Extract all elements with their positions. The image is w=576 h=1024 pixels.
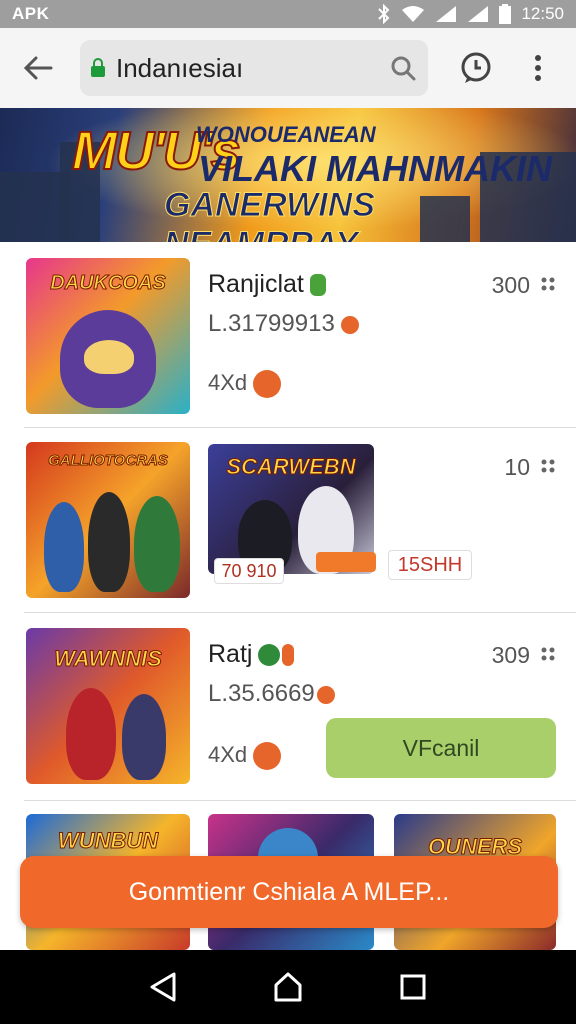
coin-icon xyxy=(316,685,335,704)
thumbnail-title: WUNBUN xyxy=(57,828,159,854)
row-divider xyxy=(24,427,576,428)
app-price-1: L.31799913 xyxy=(208,310,359,338)
status-icons: 12:50 xyxy=(377,4,564,24)
promo-banner[interactable]: MU'U's WONOUEANEAN VILAKI MAHNMAKIN GANE… xyxy=(0,108,576,242)
download-badge-icon xyxy=(253,370,282,399)
chat-button[interactable] xyxy=(448,40,504,96)
thumbnail-title: WAWNNIS xyxy=(54,646,163,672)
row-count-3: 309 xyxy=(491,642,530,668)
thumbnail-title: GALLIOTOCRAS xyxy=(48,452,169,470)
download-badge-icon xyxy=(253,742,282,771)
lock-icon xyxy=(91,58,105,77)
banner-subtitle: WONOUEANEAN xyxy=(196,122,376,147)
app-title-text: Ratj xyxy=(208,640,253,668)
row-count-1: 300 xyxy=(491,272,530,298)
nav-recents-icon xyxy=(400,974,426,1000)
search-icon[interactable] xyxy=(390,55,416,81)
tag-pill-1: 70 910 xyxy=(214,558,284,584)
row-count-2: 10 xyxy=(504,454,530,480)
back-arrow-icon xyxy=(23,56,53,80)
battery-icon xyxy=(499,4,512,24)
thumbnail-character xyxy=(88,492,130,592)
signal-icon-2 xyxy=(468,6,489,22)
app-price-text: L.31799913 xyxy=(208,310,335,337)
banner-headline: VILAKI MAHNMAKIN xyxy=(198,148,552,189)
tag-pill-2: 15SHH xyxy=(388,550,472,580)
more-vert-icon xyxy=(535,55,541,81)
row-divider xyxy=(24,612,576,613)
bluetooth-icon xyxy=(378,4,390,24)
status-bar: APK 12:50 xyxy=(0,0,576,28)
grip-icon[interactable] xyxy=(540,458,556,474)
chat-icon xyxy=(461,52,491,83)
url-text: Indanıesiaı xyxy=(116,52,244,83)
status-time: 12:50 xyxy=(521,4,564,23)
thumbnail-character xyxy=(134,496,180,592)
thumbnail-character xyxy=(44,502,84,592)
thumbnail-character xyxy=(66,688,116,780)
nav-back-icon xyxy=(150,972,176,1002)
grip-icon[interactable] xyxy=(540,646,556,662)
grip-icon[interactable] xyxy=(540,276,556,292)
url-bar[interactable]: Indanıesiaı xyxy=(80,40,428,96)
tag-pill-orange xyxy=(316,552,376,572)
signal-icon xyxy=(436,6,457,22)
more-options-button[interactable] xyxy=(518,40,558,96)
wifi-icon xyxy=(402,6,425,22)
nav-back-button[interactable] xyxy=(138,962,188,1012)
verified-badge-icon xyxy=(309,274,326,297)
app-title-text: Ranjiclat xyxy=(208,270,304,298)
thumbnail-character xyxy=(122,694,166,780)
app-title-1: Ranjiclat xyxy=(208,270,326,299)
cta-button[interactable]: Gonmtienr Cshiala A MLEP... xyxy=(20,856,558,928)
dollar-badge-icon xyxy=(258,644,281,667)
app-size-3: 4Xd xyxy=(208,742,282,771)
nav-home-button[interactable] xyxy=(263,962,313,1012)
coin-icon xyxy=(340,315,359,334)
banner-tagline: GANERWINS NEAMRRAY xyxy=(164,186,376,243)
app-price-3: L.35.6669 xyxy=(208,680,335,708)
game-thumbnail-1[interactable]: DAUKCOAS xyxy=(26,258,190,414)
install-button[interactable]: VFcanil xyxy=(326,718,556,778)
game-thumbnail-2[interactable]: GALLIOTOCRAS xyxy=(26,442,190,598)
app-price-text: L.35.6669 xyxy=(208,680,315,707)
nav-recents-button[interactable] xyxy=(388,962,438,1012)
app-size-1: 4Xd xyxy=(208,370,282,399)
row-divider xyxy=(24,800,576,801)
thumbnail-title: SCARWEBN xyxy=(226,454,356,480)
thumbnail-title: DAUKCOAS xyxy=(50,272,167,295)
app-size-text: 4Xd xyxy=(208,370,248,395)
nav-home-icon xyxy=(274,972,302,1002)
back-button[interactable] xyxy=(6,36,70,100)
app-size-text: 4Xd xyxy=(208,742,248,767)
app-title-3: Ratj xyxy=(208,640,295,669)
system-nav-bar xyxy=(0,950,576,1024)
browser-toolbar: Indanıesiaı xyxy=(0,28,576,108)
orange-badge-icon xyxy=(282,644,295,667)
status-app-label: APK xyxy=(12,4,50,23)
game-thumbnail-3[interactable]: WAWNNIS xyxy=(26,628,190,784)
thumbnail-character-face xyxy=(84,340,134,374)
